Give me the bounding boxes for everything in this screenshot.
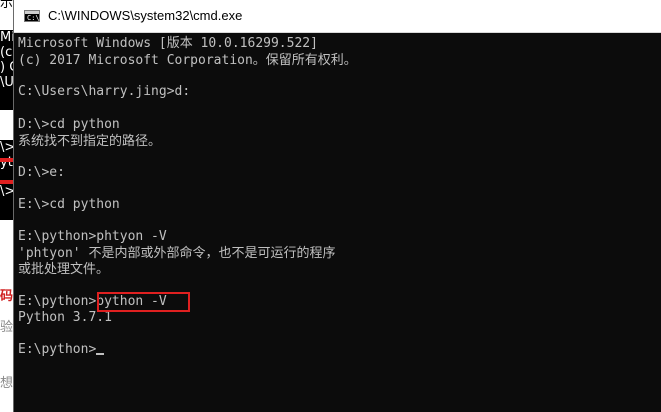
console-line: E:\>cd python — [18, 197, 120, 212]
console-line: C:\Users\harry.jing>d: — [18, 84, 191, 99]
console-line: Microsoft Windows [版本 10.0.16299.522] — [18, 36, 318, 51]
console-line: E:\python>phtyon -V — [18, 229, 167, 244]
console-line: D:\>cd python — [18, 117, 120, 132]
console-line: D:\>e: — [18, 165, 65, 180]
bg-red-text: 码 — [0, 289, 14, 304]
console-prompt-line[interactable]: E:\python> — [18, 341, 105, 358]
bg-gray-text: 想 — [0, 376, 14, 391]
console-output[interactable]: Microsoft Windows [版本 10.0.16299.522] (c… — [18, 34, 661, 412]
title-bar[interactable]: C:\ C:\WINDOWS\system32\cmd.exe — [14, 0, 661, 33]
console-line: (c) 2017 Microsoft Corporation。保留所有权利。 — [18, 53, 357, 68]
console-line: 或批处理文件。 — [18, 262, 110, 277]
text-cursor — [96, 353, 105, 355]
window-title: C:\WINDOWS\system32\cmd.exe — [48, 8, 243, 23]
console-prompt: E:\python> — [18, 342, 97, 357]
cmd-window[interactable]: C:\ C:\WINDOWS\system32\cmd.exe Microsof… — [13, 0, 661, 412]
console-line: 'phtyon' 不是内部或外部命令，也不是可运行的程序 — [18, 246, 336, 261]
cmd-icon-glyph: C:\ — [27, 14, 40, 22]
highlight-annotation-box — [97, 292, 190, 312]
bg-gray-text: 验 — [0, 320, 14, 335]
console-line: 系统找不到指定的路径。 — [18, 134, 162, 149]
cmd-icon[interactable]: C:\ — [24, 10, 40, 22]
